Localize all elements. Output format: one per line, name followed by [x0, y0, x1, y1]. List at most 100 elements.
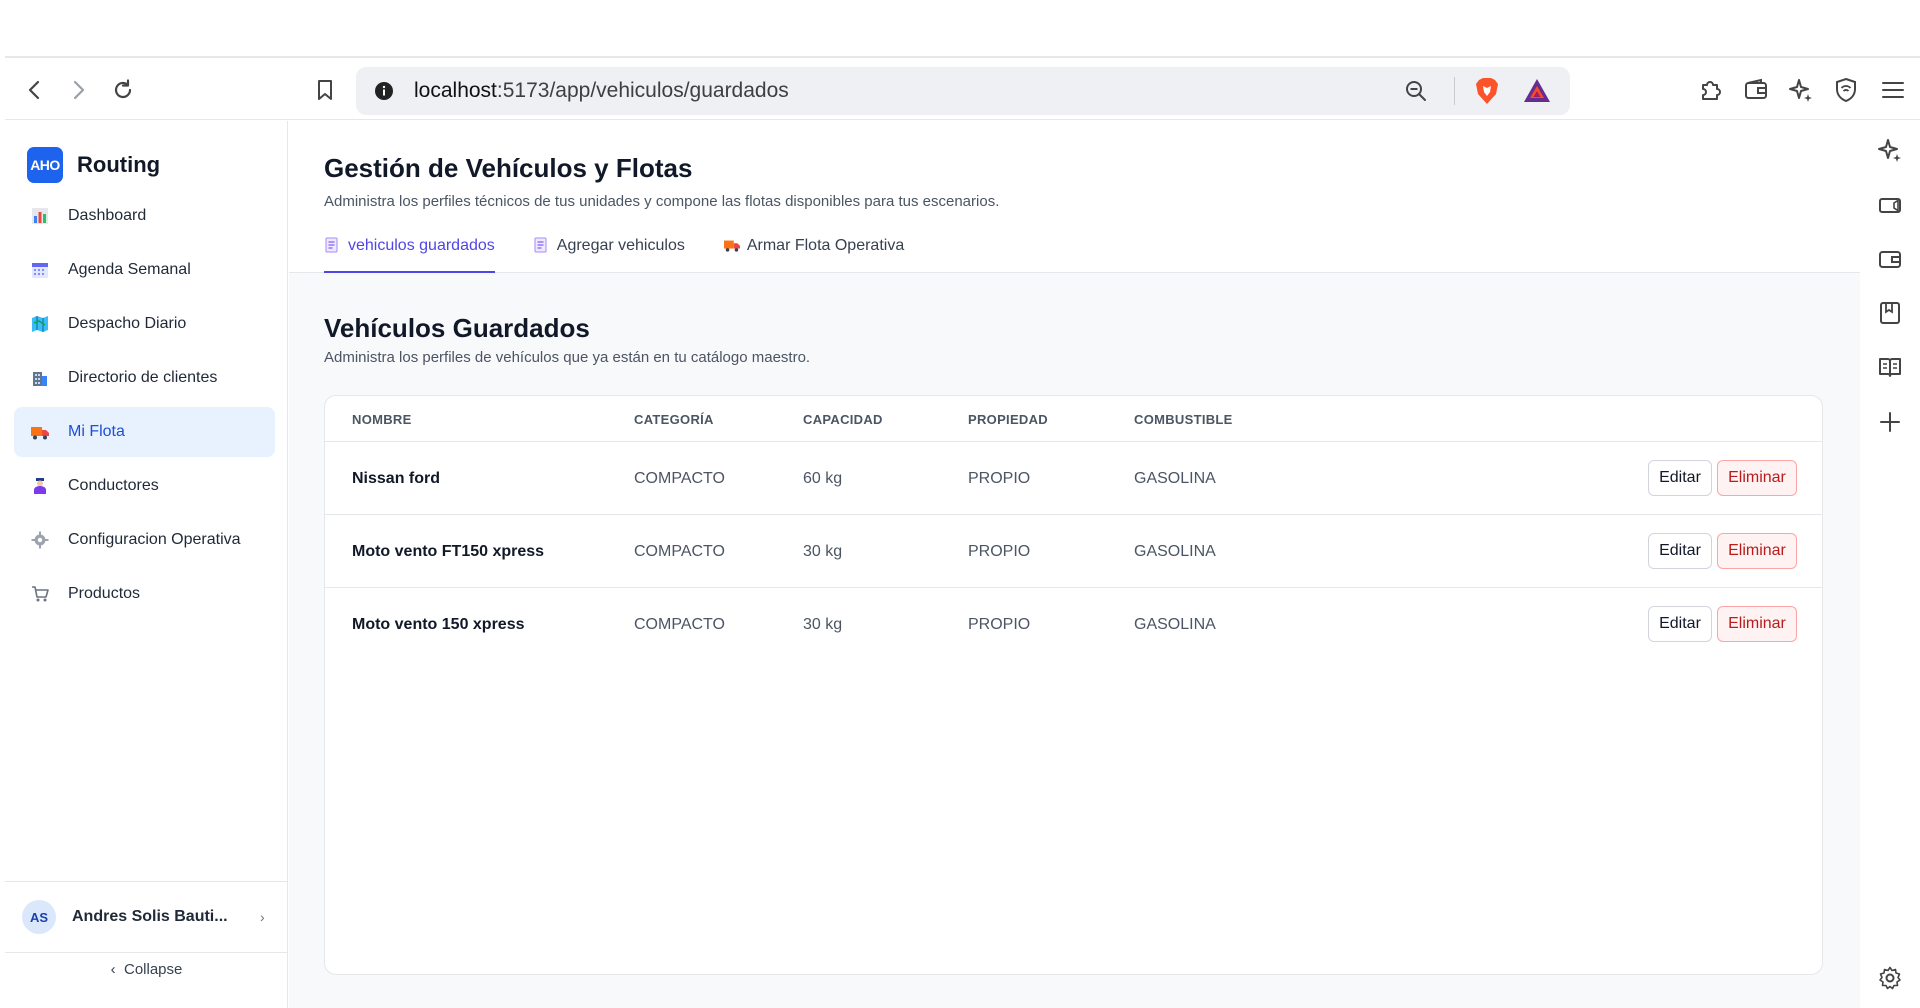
cell-nombre: Moto vento FT150 xpress — [352, 543, 545, 560]
url-host: localhost — [414, 79, 497, 102]
sidebar-item-configuracion-operativa[interactable]: Configuracion Operativa — [14, 515, 275, 565]
chevron-left-icon: ‹ — [110, 961, 116, 978]
cell-capacidad: 60 kg — [803, 470, 843, 487]
cell-categoria: COMPACTO — [634, 470, 725, 487]
tab-armar-flota-operativa[interactable]: Armar Flota Operativa — [723, 233, 904, 273]
table-header: NOMBRE CATEGORÍA CAPACIDAD PROPIEDAD COM… — [325, 396, 1822, 442]
section-subtitle: Administra los perfiles de vehículos que… — [324, 349, 811, 366]
tab-vehiculos-guardados[interactable]: vehiculos guardados — [324, 233, 495, 273]
table-row: Moto vento 150 xpress COMPACTO 30 kg PRO… — [325, 588, 1822, 661]
browser-toolbar: localhost:5173/app/vehiculos/guardados — [5, 56, 1920, 120]
add-icon[interactable] — [1875, 407, 1905, 437]
sidebar-item-label: Mi Flota — [68, 423, 125, 440]
collapse-button[interactable]: ‹ Collapse — [5, 961, 288, 978]
sidebar-item-productos[interactable]: Productos — [14, 569, 275, 619]
sidebar-item-conductores[interactable]: Conductores — [14, 461, 275, 511]
sidebar-item-label: Configuracion Operativa — [68, 531, 241, 548]
chart-icon — [30, 206, 50, 226]
forward-icon[interactable] — [63, 75, 93, 105]
page-title: Gestión de Vehículos y Flotas — [324, 153, 693, 183]
building-icon — [30, 368, 50, 388]
column-header-categoria[interactable]: CATEGORÍA — [634, 412, 714, 427]
video-call-icon[interactable] — [1875, 190, 1905, 220]
edit-button[interactable]: Editar — [1648, 606, 1712, 642]
collapse-label: Collapse — [123, 961, 183, 978]
url-divider — [1454, 77, 1455, 105]
cell-combustible: GASOLINA — [1134, 543, 1216, 560]
window-top — [0, 0, 1920, 56]
leo-ai-icon[interactable] — [1786, 75, 1816, 105]
wallet-icon[interactable] — [1741, 75, 1771, 105]
table-row: Moto vento FT150 xpress COMPACTO 30 kg P… — [325, 515, 1822, 588]
edit-button[interactable]: Editar — [1648, 460, 1712, 496]
sidebar-item-directorio-clientes[interactable]: Directorio de clientes — [14, 353, 275, 403]
cart-icon — [30, 584, 50, 604]
column-header-propiedad[interactable]: PROPIEDAD — [968, 412, 1048, 427]
cell-propiedad: PROPIO — [968, 470, 1031, 487]
sidebar-item-despacho-diario[interactable]: Despacho Diario — [14, 299, 275, 349]
cell-capacidad: 30 kg — [803, 616, 843, 633]
zoom-out-icon[interactable] — [1404, 79, 1428, 108]
back-icon[interactable] — [20, 75, 50, 105]
map-icon — [30, 314, 50, 334]
sidebar-item-mi-flota[interactable]: Mi Flota — [14, 407, 275, 457]
delete-button[interactable]: Eliminar — [1717, 533, 1797, 569]
sidebar-item-label: Dashboard — [68, 207, 147, 224]
app-sidebar: AHO Routing Dashboard Agenda Semanal Des… — [5, 121, 288, 1008]
gear-icon — [30, 530, 50, 550]
tab-label: Armar Flota Operativa — [746, 237, 905, 254]
cell-combustible: GASOLINA — [1134, 470, 1216, 487]
address-bar[interactable]: localhost:5173/app/vehiculos/guardados — [356, 67, 1570, 115]
cell-capacidad: 30 kg — [803, 543, 843, 560]
cell-categoria: COMPACTO — [634, 543, 725, 560]
bookmark-icon[interactable] — [310, 75, 340, 105]
url-text[interactable]: localhost:5173/app/vehiculos/guardados — [414, 79, 789, 103]
cell-nombre: Moto vento 150 xpress — [352, 616, 525, 633]
app-logo[interactable]: AHO Routing — [27, 147, 160, 183]
sidebar-item-dashboard[interactable]: Dashboard — [14, 191, 275, 241]
page-header: Gestión de Vehículos y Flotas Administra… — [289, 121, 1860, 273]
chevron-right-icon: › — [260, 909, 265, 925]
reading-list-icon[interactable] — [1875, 352, 1905, 382]
bookmarks-icon[interactable] — [1875, 298, 1905, 328]
logo-mark: AHO — [27, 147, 63, 183]
table-row: Nissan ford COMPACTO 60 kg PROPIO GASOLI… — [325, 442, 1822, 515]
delete-button[interactable]: Eliminar — [1717, 606, 1797, 642]
tab-agregar-vehiculos[interactable]: Agregar vehiculos — [533, 233, 685, 273]
reload-icon[interactable] — [108, 75, 138, 105]
brave-rewards-icon[interactable] — [1522, 77, 1552, 110]
cell-propiedad: PROPIO — [968, 543, 1031, 560]
tab-label: vehiculos guardados — [348, 237, 495, 254]
url-path: :5173/app/vehiculos/guardados — [496, 79, 789, 102]
main-content: Gestión de Vehículos y Flotas Administra… — [289, 121, 1860, 1008]
column-header-capacidad[interactable]: CAPACIDAD — [803, 412, 883, 427]
site-info-icon[interactable] — [374, 81, 394, 101]
tab-label: Agregar vehiculos — [556, 237, 685, 254]
user-profile[interactable]: AS Andres Solis Bauti... › — [5, 881, 288, 953]
edit-button[interactable]: Editar — [1648, 533, 1712, 569]
delete-button[interactable]: Eliminar — [1717, 460, 1797, 496]
sidebar-nav: Dashboard Agenda Semanal Despacho Diario… — [14, 191, 275, 623]
wallet-icon[interactable] — [1875, 244, 1905, 274]
sidebar-item-agenda-semanal[interactable]: Agenda Semanal — [14, 245, 275, 295]
cell-combustible: GASOLINA — [1134, 616, 1216, 633]
sidebar-item-label: Conductores — [68, 477, 159, 494]
vpn-icon[interactable] — [1831, 75, 1861, 105]
sidebar-item-label: Despacho Diario — [68, 315, 187, 332]
truck-icon — [723, 237, 740, 253]
driver-icon — [30, 476, 50, 496]
column-header-combustible[interactable]: COMBUSTIBLE — [1134, 412, 1233, 427]
brave-shields-icon[interactable] — [1474, 77, 1500, 110]
cell-propiedad: PROPIO — [968, 616, 1031, 633]
leo-ai-icon[interactable] — [1875, 135, 1905, 165]
settings-icon[interactable] — [1875, 963, 1905, 993]
extensions-icon[interactable] — [1696, 75, 1726, 105]
calendar-icon — [30, 260, 50, 280]
section-title: Vehículos Guardados — [324, 313, 590, 343]
sidebar-item-label: Directorio de clientes — [68, 369, 218, 386]
column-header-nombre[interactable]: NOMBRE — [352, 412, 412, 427]
sidebar-item-label: Agenda Semanal — [68, 261, 191, 278]
truck-icon — [30, 422, 50, 442]
menu-icon[interactable] — [1878, 75, 1908, 105]
page-subtitle: Administra los perfiles técnicos de tus … — [324, 193, 1000, 210]
